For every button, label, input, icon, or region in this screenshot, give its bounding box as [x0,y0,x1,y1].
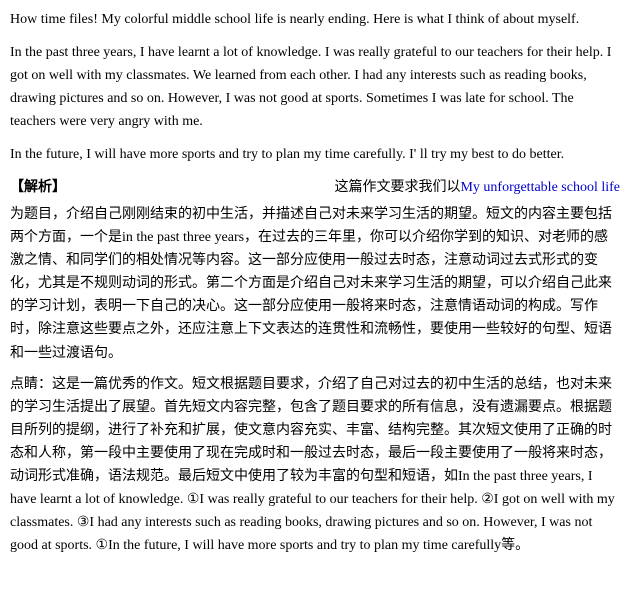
jiexi-body: 为题目，介绍自己刚刚结束的初中生活，并描述自己对未来学习生活的期望。短文的内容主… [10,203,620,365]
past-text: In the past three years, I have learnt a… [10,45,611,129]
dian-section: 点睛：这是一篇优秀的作文。短文根据题目要求，介绍了自己对过去的初中生活的总结，也… [10,373,620,558]
dian-label: 点睛： [10,377,52,392]
jiexi-right-intro: 这篇作文要求我们以My unforgettable school life [66,177,620,199]
jiexi-body-text: 为题目，介绍自己刚刚结束的初中生活，并描述自己对未来学习生活的期望。短文的内容主… [10,207,612,361]
jiexi-label: 【解析】 [10,177,66,199]
jiexi-header: 【解析】 这篇作文要求我们以My unforgettable school li… [10,177,620,199]
past-paragraph: In the past three years, I have learnt a… [10,41,620,133]
jiexi-link-text: My unforgettable school life [460,180,620,195]
jiexi-link[interactable]: My unforgettable school life [460,180,620,195]
dian-body: 点睛：这是一篇优秀的作文。短文根据题目要求，介绍了自己对过去的初中生活的总结，也… [10,373,620,558]
intro-text: How time files! My colorful middle schoo… [10,12,579,27]
jiexi-right-intro-text: 这篇作文要求我们以 [334,180,460,195]
dian-body-text: 这是一篇优秀的作文。短文根据题目要求，介绍了自己对过去的初中生活的总结，也对未来… [10,377,615,554]
future-text: In the future, I will have more sports a… [10,147,564,162]
intro-paragraph: How time files! My colorful middle schoo… [10,8,620,31]
jiexi-section: 【解析】 这篇作文要求我们以My unforgettable school li… [10,177,620,365]
future-paragraph: In the future, I will have more sports a… [10,143,620,166]
